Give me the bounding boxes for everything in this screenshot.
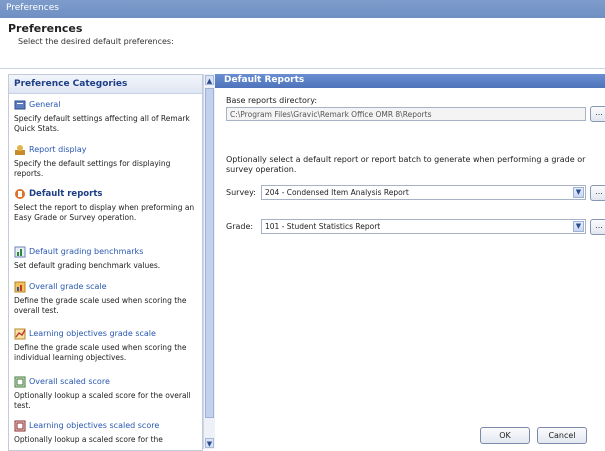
category-desc: Define the grade scale used when scoring… [14, 343, 187, 362]
scroll-down-icon[interactable]: ▼ [205, 438, 214, 448]
general-icon [14, 100, 26, 110]
category-title: Default reports [29, 189, 103, 199]
category-title: Learning objectives scaled score [29, 421, 160, 430]
cancel-button[interactable]: Cancel [537, 427, 587, 444]
base-dir-label: Base reports directory: [226, 96, 318, 105]
browse-base-dir-button[interactable]: ... [590, 106, 605, 122]
category-desc: Set default grading benchmark values. [14, 261, 161, 270]
scaled-score-icon [14, 376, 26, 388]
categories-header: Preference Categories [9, 75, 202, 94]
category-desc: Specify default settings affecting all o… [14, 114, 190, 133]
category-desc: Optionally lookup a scaled score for the [14, 435, 163, 444]
survey-report-value: 204 - Condensed Item Analysis Report [265, 188, 409, 197]
pane-title: Default Reports [224, 75, 305, 85]
default-reports-icon [15, 189, 25, 199]
categories-scrollbar[interactable]: ▲ ▼ [203, 74, 215, 449]
default-reports-pane: Default Reports Base reports directory: … [215, 74, 605, 449]
pane-header: Default Reports [215, 74, 605, 88]
optional-report-text: Optionally select a default report or re… [226, 155, 586, 174]
survey-report-select[interactable]: 204 - Condensed Item Analysis Report ▼ [261, 185, 586, 200]
learning-objectives-icon [14, 328, 26, 340]
category-title: Overall scaled score [29, 377, 110, 386]
survey-browse-button[interactable]: ... [590, 185, 605, 201]
grade-report-select[interactable]: 101 - Student Statistics Report ▼ [261, 219, 586, 234]
report-display-icon [15, 145, 25, 155]
ok-button[interactable]: OK [480, 427, 530, 444]
scroll-up-icon[interactable]: ▲ [205, 75, 214, 85]
chevron-down-icon[interactable]: ▼ [573, 187, 584, 198]
grading-benchmarks-icon [14, 246, 26, 258]
categories-title: Preference Categories [14, 79, 128, 89]
window-title: Preferences [6, 3, 59, 13]
scroll-thumb[interactable] [205, 88, 214, 418]
chevron-down-icon[interactable]: ▼ [573, 221, 584, 232]
header-title: Preferences [8, 22, 83, 35]
category-title: Report display [29, 145, 87, 154]
preference-categories-pane: Preference Categories General Specify de… [8, 74, 203, 451]
category-desc: Optionally lookup a scaled score for the… [14, 391, 191, 410]
grade-scale-icon [14, 281, 26, 293]
category-desc: Specify the default settings for display… [14, 159, 171, 178]
category-title: General [29, 100, 61, 109]
category-title: Learning objectives grade scale [29, 329, 156, 338]
grade-browse-button[interactable]: ... [590, 219, 605, 235]
category-desc: Define the grade scale used when scoring… [14, 296, 187, 315]
grade-label: Grade: [226, 222, 254, 231]
grade-report-value: 101 - Student Statistics Report [265, 222, 381, 231]
dialog-header: Preferences Select the desired default p… [0, 18, 605, 69]
base-dir-field[interactable]: C:\Program Files\Gravic\Remark Office OM… [226, 107, 586, 121]
category-desc: Select the report to display when prefor… [14, 203, 195, 222]
title-bar: Preferences [0, 0, 605, 18]
survey-label: Survey: [226, 188, 256, 197]
category-title: Default grading benchmarks [29, 247, 144, 256]
category-title: Overall grade scale [29, 282, 107, 291]
header-subtitle: Select the desired default preferences: [18, 37, 174, 46]
lo-scaled-score-icon [14, 420, 26, 432]
